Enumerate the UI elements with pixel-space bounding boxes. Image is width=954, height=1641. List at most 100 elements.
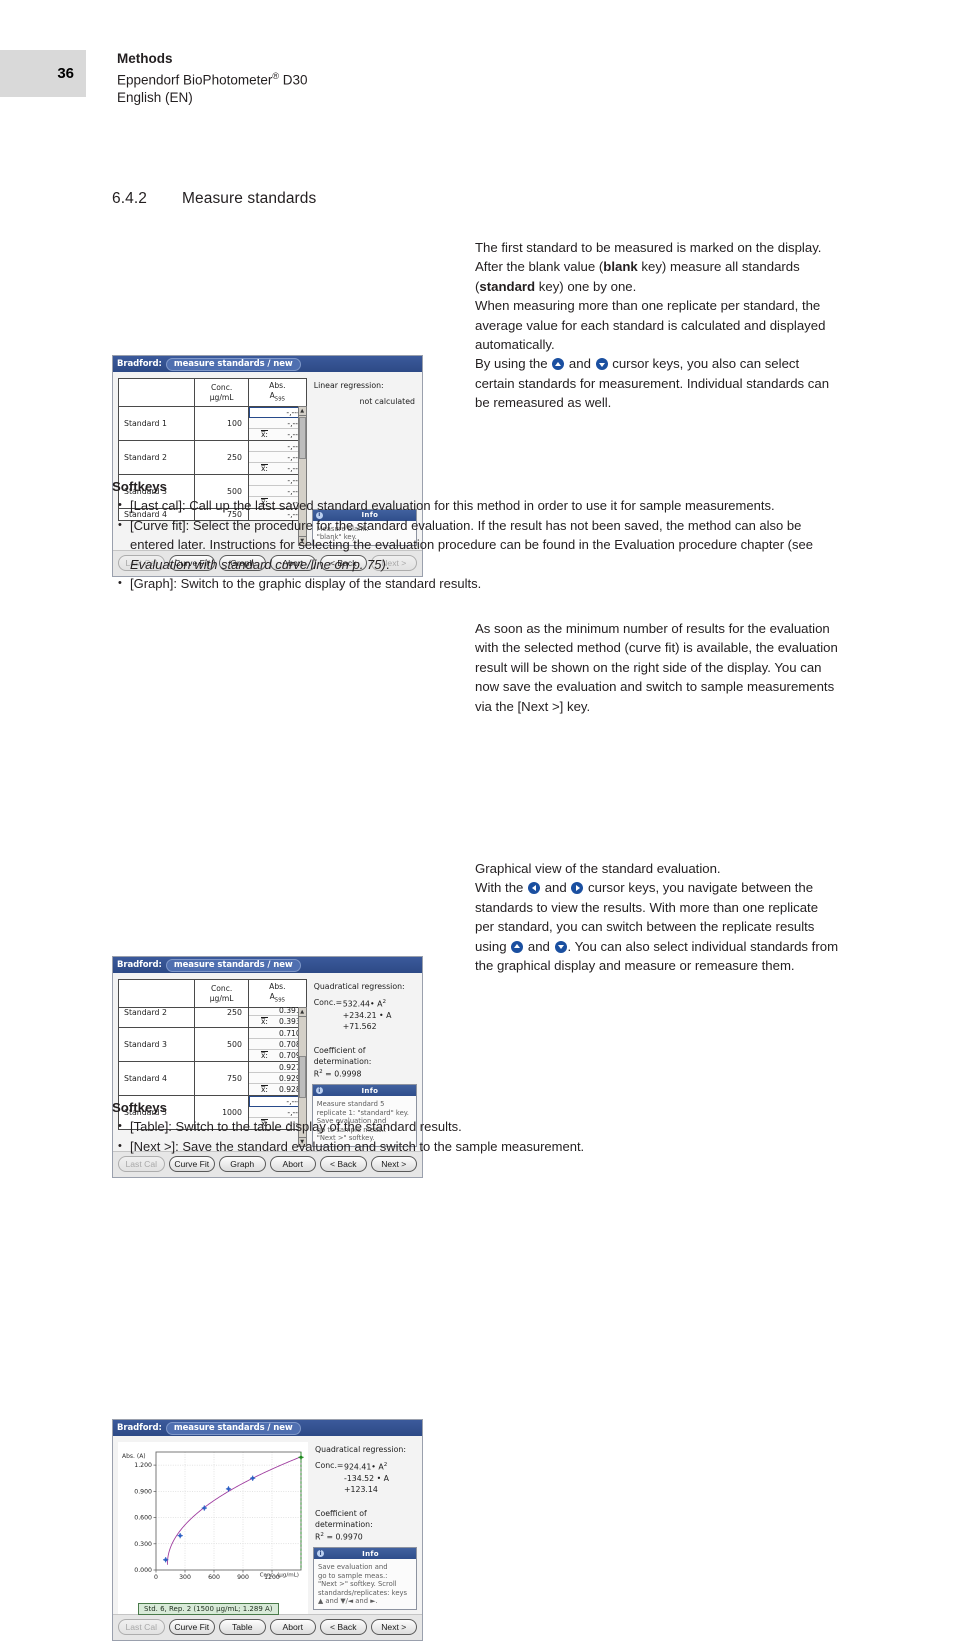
table-row[interactable]: Standard 2 250 0.391 x̅: 0.393: [117, 1007, 307, 1028]
equation-line-3: +123.14: [344, 1484, 378, 1494]
abs-wavelength-subscript: 595: [274, 396, 286, 403]
col-header-name: [117, 979, 196, 1008]
screen3-side-panel: Quadratical regression: Conc.= 924.41• A…: [313, 1442, 417, 1610]
softkey-last-cal[interactable]: Last Cal: [118, 1619, 165, 1635]
regression-title: Quadratical regression:: [313, 982, 405, 991]
cursor-right-icon: [571, 882, 584, 895]
mean-symbol: x̅:: [260, 1051, 269, 1060]
intro-text-block: The first standard to be measured is mar…: [475, 238, 839, 413]
screen1-breadcrumb: measure standards / new: [165, 357, 301, 371]
cursor-up-icon: [552, 358, 565, 371]
registered-mark: ®: [272, 70, 279, 81]
equation-line-2: +234.21 • A: [342, 1010, 392, 1020]
screen2-breadcrumb: measure standards / new: [165, 958, 301, 972]
cursor-down-icon: [595, 358, 608, 371]
cursor-left-icon: [528, 882, 541, 895]
scroll-up-icon[interactable]: ▲: [298, 1008, 306, 1017]
softkeys-section-2: Softkeys [Table]: Switch to the table di…: [112, 1100, 842, 1156]
screen3-info-box: i Info Save evaluation and go to sample …: [313, 1547, 417, 1610]
softkey-curve-fit[interactable]: Curve Fit: [168, 1619, 215, 1635]
equation-label: Conc.=: [313, 998, 343, 1007]
paragraph-1: As soon as the minimum number of results…: [475, 621, 838, 714]
svg-text:0.000: 0.000: [134, 1567, 152, 1574]
svg-text:0: 0: [154, 1574, 158, 1581]
list-item: [Last cal]: Call up the last saved stand…: [112, 496, 842, 516]
mean-symbol: x̅:: [260, 464, 269, 473]
info-title-label: Info: [361, 1086, 379, 1095]
screen1-regression-panel: Linear regression: not calculated: [312, 378, 417, 407]
table-row[interactable]: Standard 4 750 0.927 0.929 x̅: 0.928: [117, 1061, 307, 1096]
svg-text:900: 900: [237, 1574, 249, 1581]
regression-equation: Conc.= 924.41• A2 -134.52 • A +123.14: [315, 1460, 417, 1495]
info-icon: i: [317, 1550, 324, 1558]
cursor-up-icon: [511, 940, 524, 953]
key-standard: standard: [479, 278, 536, 294]
svg-text:Abs. (A): Abs. (A): [122, 1453, 146, 1460]
screen3-method-name: Bradford:: [117, 1423, 162, 1433]
softkey-last-cal[interactable]: Last Cal: [118, 1156, 165, 1172]
section-number: 6.4.2: [112, 190, 147, 207]
softkey-abort[interactable]: Abort: [269, 1156, 316, 1172]
equation-line-3: +71.562: [342, 1021, 377, 1031]
list-item: [Curve fit]: Select the procedure for th…: [112, 516, 842, 575]
softkeys-heading: Softkeys: [112, 479, 167, 494]
abs-wavelength-subscript: 595: [274, 997, 286, 1004]
page-header: 36 Methods Eppendorf BioPhotometer® D30 …: [0, 0, 954, 110]
info-body: Save evaluation and go to sample meas.: …: [314, 1559, 416, 1609]
softkey-back[interactable]: < Back: [320, 1619, 367, 1635]
graph-text-block: Graphical view of the standard evaluatio…: [475, 859, 839, 975]
info-icon: i: [315, 1087, 323, 1095]
section-title: Measure standards: [182, 190, 317, 207]
page-header-text: Methods Eppendorf BioPhotometer® D30 Eng…: [117, 50, 308, 106]
softkey-abort[interactable]: Abort: [269, 1619, 316, 1635]
screen2-method-name: Bradford:: [117, 960, 162, 970]
coef-title-1: Coefficient of: [313, 1045, 366, 1055]
svg-text:300: 300: [179, 1574, 191, 1581]
row-label: Standard 2: [117, 440, 196, 475]
softkey-table[interactable]: Table: [219, 1619, 266, 1635]
row-conc: 250: [194, 1007, 249, 1028]
equation-line-1: 532.44• A2: [342, 999, 386, 1009]
table-row[interactable]: Standard 1 100 -,--- -,--- x̅: -,---: [117, 406, 307, 441]
softkey-back[interactable]: < Back: [320, 1156, 367, 1172]
regression-result: not calculated: [359, 397, 415, 406]
info-titlebar: i Info: [314, 1548, 416, 1560]
standard-curve-chart[interactable]: Abs. (A) 0.000 0.300 0.600 0.900 1.200 0 300 600…: [118, 1442, 308, 1615]
row-conc: 500: [194, 1027, 249, 1062]
svg-text:1.200: 1.200: [134, 1462, 152, 1469]
header-language-line: English (EN): [117, 89, 193, 105]
softkeys-list: [Table]: Switch to the table display of …: [112, 1117, 842, 1156]
softkey-next[interactable]: Next >: [370, 1619, 417, 1635]
header-chapter-title: Methods: [117, 51, 173, 66]
col-header-conc: Conc. µg/mL: [194, 979, 249, 1008]
section-heading: 6.4.2 Measure standards: [112, 190, 316, 208]
softkeys-section-1: Softkeys [Last cal]: Call up the last sa…: [112, 479, 842, 594]
regression-equation: Conc.= 532.44• A2 +234.21 • A +71.562: [314, 997, 417, 1032]
cross-reference: Evaluation with standard curve/line on p…: [130, 556, 386, 572]
softkey-curve-fit[interactable]: Curve Fit: [168, 1156, 215, 1172]
paragraph-1: The first standard to be measured is mar…: [475, 240, 822, 294]
coefficient-block: Coefficient of determination: R2 = 0.999…: [314, 1045, 417, 1080]
scrollbar-thumb[interactable]: [298, 417, 306, 459]
table-row[interactable]: Standard 2 250 -,--- -,--- x̅: -,---: [117, 440, 307, 475]
info-title-label: Info: [362, 1549, 379, 1558]
table-row[interactable]: Standard 3 500 0.710 0.708 x̅: 0.709: [117, 1027, 307, 1062]
softkey-next[interactable]: Next >: [370, 1156, 417, 1172]
chart-svg: Abs. (A) 0.000 0.300 0.600 0.900 1.200 0 300 600…: [118, 1442, 308, 1614]
coef-title-2: determination:: [313, 1056, 372, 1066]
list-item: [Table]: Switch to the table display of …: [112, 1117, 842, 1137]
softkey-graph[interactable]: Graph: [219, 1156, 266, 1172]
scrollbar-thumb[interactable]: [298, 1056, 306, 1098]
info-line: standards/replicates: keys: [318, 1588, 408, 1597]
svg-text:0.900: 0.900: [134, 1488, 152, 1495]
coef-value: R2 = 0.9998: [313, 1068, 362, 1079]
cursor-down-icon: [554, 940, 567, 953]
svg-text:Conc. (µg/mL): Conc. (µg/mL): [260, 1573, 299, 1579]
coefficient-block: Coefficient of determination: R2 = 0.997…: [315, 1508, 417, 1543]
info-line: ▲ and ▼/◄ and ►.: [318, 1597, 378, 1606]
info-titlebar: i Info: [312, 1085, 416, 1097]
coef-title-1: Coefficient of: [315, 1508, 367, 1518]
screen3-breadcrumb: measure standards / new: [165, 1421, 301, 1435]
row-conc: 750: [194, 1061, 249, 1096]
scroll-up-icon[interactable]: ▲: [298, 407, 306, 416]
